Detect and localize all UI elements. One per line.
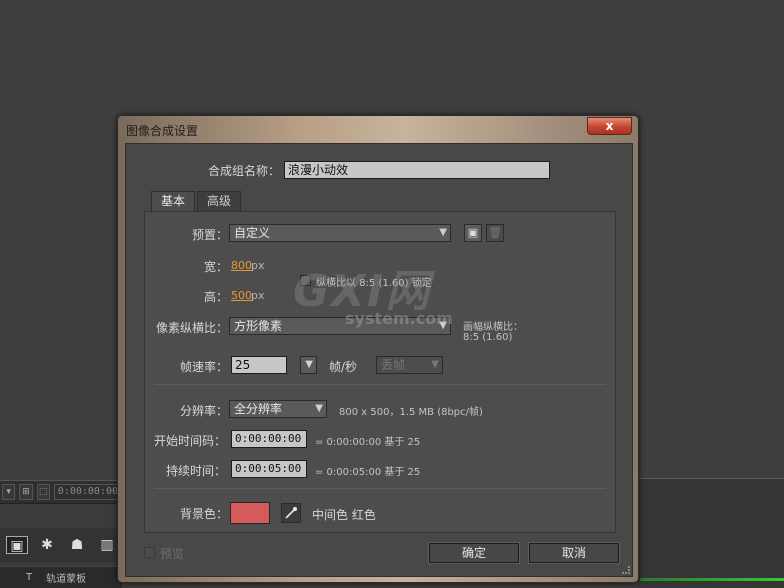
bg-color-swatch[interactable]: [230, 502, 270, 524]
track-matte-label: 轨道蒙板: [46, 574, 87, 585]
chevron-down-icon: ▼: [439, 227, 447, 238]
resize-grip-icon[interactable]: [622, 566, 630, 574]
toolbar-toggle-icon[interactable]: ▾: [2, 484, 16, 500]
height-value[interactable]: 500: [231, 289, 252, 302]
start-timecode-input[interactable]: 0:00:00:00: [231, 430, 307, 448]
height-unit: px: [251, 289, 265, 302]
settings-tabs: 基本 高级: [151, 191, 243, 211]
frame-rate-dropdown[interactable]: ▼: [300, 356, 317, 374]
tab-basic[interactable]: 基本: [151, 191, 196, 211]
start-timecode-info: = 0:00:00:00 基于 25: [315, 437, 421, 448]
eyedropper-icon[interactable]: [281, 503, 301, 523]
chevron-down-icon: ▼: [439, 320, 447, 331]
width-value[interactable]: 800: [231, 259, 252, 272]
resolution-info: 800 x 500，1.5 MB (8bpc/帧): [339, 407, 483, 418]
close-button[interactable]: x: [587, 117, 632, 135]
timeline-right-panel: [638, 478, 784, 588]
timecode-display[interactable]: 0:00:00:00: [53, 484, 123, 500]
pixel-aspect-dropdown[interactable]: 方形像素 ▼: [229, 317, 451, 335]
resolution-label: 分辨率：: [180, 404, 229, 418]
resolution-dropdown[interactable]: 全分辨率 ▼: [229, 400, 327, 418]
pixel-aspect-value: 方形像素: [234, 319, 283, 333]
lock-aspect-checkbox[interactable]: [300, 275, 311, 286]
drop-frame-value: 丢帧: [381, 358, 406, 372]
resolution-value: 全分辨率: [234, 402, 283, 416]
timeline-toolbar: ▾ ⊞ ⬚ 0:00:00:00: [0, 480, 123, 504]
tab-advanced[interactable]: 高级: [197, 191, 242, 211]
eyedropper-glyph: [285, 507, 297, 519]
frame-rate-label: 帧速率：: [180, 360, 229, 374]
dialog-title: 图像合成设置: [126, 124, 199, 138]
lock-aspect-label: 纵横比以 8:5 (1.60) 锁定: [316, 278, 432, 289]
chevron-down-icon: ▼: [305, 359, 313, 370]
cancel-button[interactable]: 取消: [528, 542, 620, 564]
start-timecode-label: 开始时间码：: [154, 434, 227, 448]
ok-button[interactable]: 确定: [428, 542, 520, 564]
width-label: 宽：: [204, 260, 229, 274]
preset-label: 预置：: [192, 228, 229, 242]
chevron-down-icon: ▼: [431, 359, 439, 370]
height-label: 高：: [204, 290, 229, 304]
composition-settings-dialog: 图像合成设置 x 合成组名称： 浪漫小动效 基本 高级 预置： 自定义 ▼ ▣ …: [117, 115, 639, 583]
dialog-body: 合成组名称： 浪漫小动效 基本 高级 预置： 自定义 ▼ ▣ 🗑 宽： 800 …: [125, 143, 633, 577]
comp-name-input[interactable]: 浪漫小动效: [284, 161, 550, 179]
frame-aspect-label: 画幅纵横比：: [463, 322, 523, 333]
frame-rate-input[interactable]: 25: [231, 356, 287, 374]
frame-aspect-value: 8:5 (1.60): [463, 332, 513, 343]
drop-frame-dropdown[interactable]: 丢帧 ▼: [376, 356, 443, 374]
preview-checkbox[interactable]: [144, 547, 155, 558]
preview-label: 预览: [160, 547, 185, 561]
duration-input[interactable]: 0:00:05:00: [231, 460, 307, 478]
composition-icon[interactable]: ▣: [6, 536, 28, 554]
duration-label: 持续时间：: [166, 464, 227, 478]
divider: [154, 384, 606, 385]
trash-icon[interactable]: 🗑: [486, 224, 504, 242]
divider: [154, 488, 606, 489]
grid-icon[interactable]: ⊞: [19, 484, 33, 500]
fps-unit: 帧/秒: [329, 360, 358, 374]
bg-color-label: 背景色：: [180, 507, 229, 521]
comp-name-label: 合成组名称：: [208, 164, 281, 178]
bg-color-name: 中间色 红色: [312, 508, 376, 522]
save-preset-icon[interactable]: ▣: [464, 224, 482, 242]
frame-blend-icon[interactable]: ▥: [96, 536, 118, 554]
track-mark: T: [26, 572, 33, 583]
work-area-bar: [640, 578, 784, 581]
timeline-header: T 轨道蒙板: [0, 566, 122, 588]
safe-area-icon[interactable]: ⬚: [36, 484, 50, 500]
preset-value: 自定义: [234, 226, 271, 240]
width-unit: px: [251, 259, 265, 272]
shy-layer-icon[interactable]: ☗: [66, 536, 88, 554]
dialog-titlebar[interactable]: 图像合成设置 x: [118, 116, 638, 142]
pixel-aspect-label: 像素纵横比：: [156, 321, 229, 335]
chevron-down-icon: ▼: [315, 403, 323, 414]
timeline-icon-bar: ▣ ✱ ☗ ▥: [0, 528, 122, 562]
preset-dropdown[interactable]: 自定义 ▼: [229, 224, 451, 242]
duration-info: = 0:00:05:00 基于 25: [315, 467, 421, 478]
3d-layer-icon[interactable]: ✱: [36, 536, 58, 554]
basic-settings-panel: 预置： 自定义 ▼ ▣ 🗑 宽： 800 px 纵横比以 8:5 (1.60) …: [144, 211, 616, 533]
